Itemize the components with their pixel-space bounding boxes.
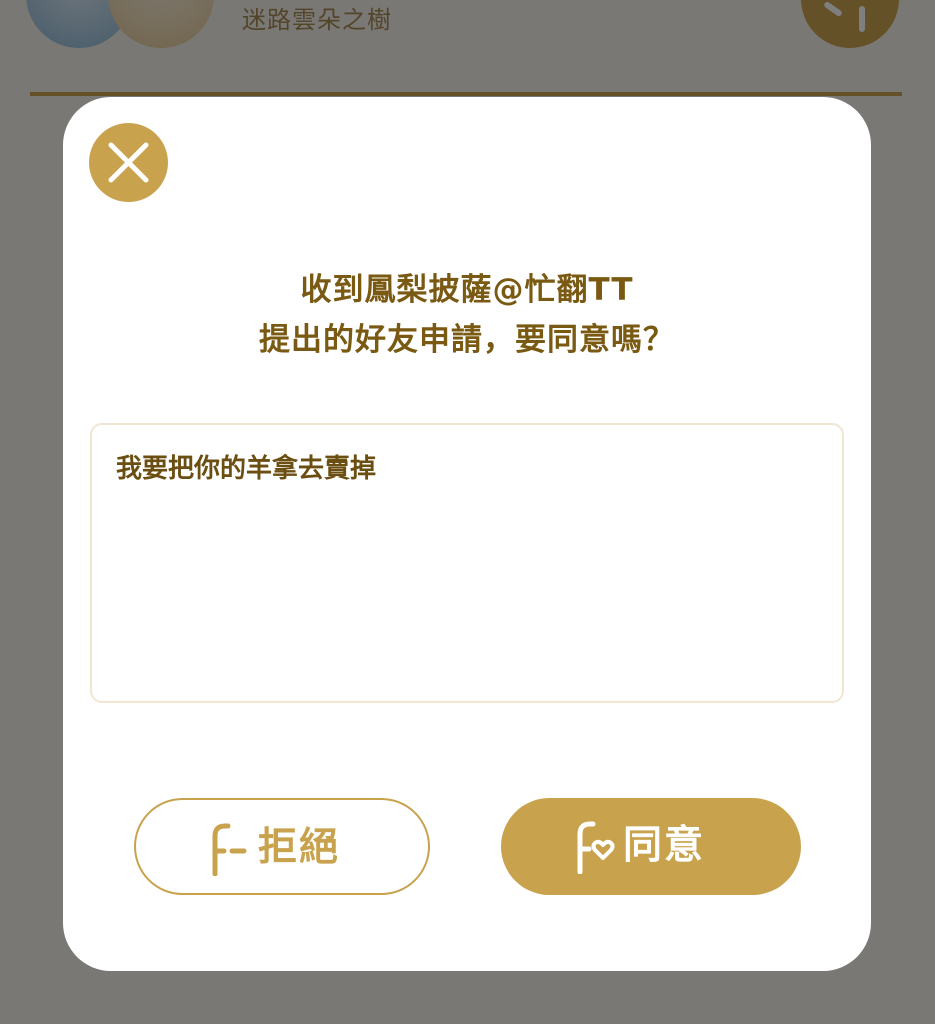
friend-remove-icon xyxy=(212,823,247,876)
close-icon xyxy=(108,142,149,183)
dialog-title-line2: 提出的好友申請，要同意嗎？ xyxy=(259,322,675,358)
friend-request-dialog: 收到鳳梨披薩@忙翻TT 提出的好友申請，要同意嗎？ 我要把你的羊拿去賣掉 拒絕 … xyxy=(63,97,871,971)
request-message-box: 我要把你的羊拿去賣掉 xyxy=(90,423,844,703)
reject-button[interactable]: 拒絕 xyxy=(134,798,430,895)
request-message: 我要把你的羊拿去賣掉 xyxy=(116,454,377,484)
reject-button-label: 拒絕 xyxy=(258,825,341,870)
close-button[interactable] xyxy=(89,123,168,202)
friend-heart-icon xyxy=(577,821,615,874)
accept-button-label: 同意 xyxy=(623,823,706,868)
dialog-title-line1: 收到鳳梨披薩@忙翻TT xyxy=(300,272,634,308)
accept-button[interactable]: 同意 xyxy=(501,798,801,895)
dialog-title: 收到鳳梨披薩@忙翻TT 提出的好友申請，要同意嗎？ xyxy=(63,265,871,365)
